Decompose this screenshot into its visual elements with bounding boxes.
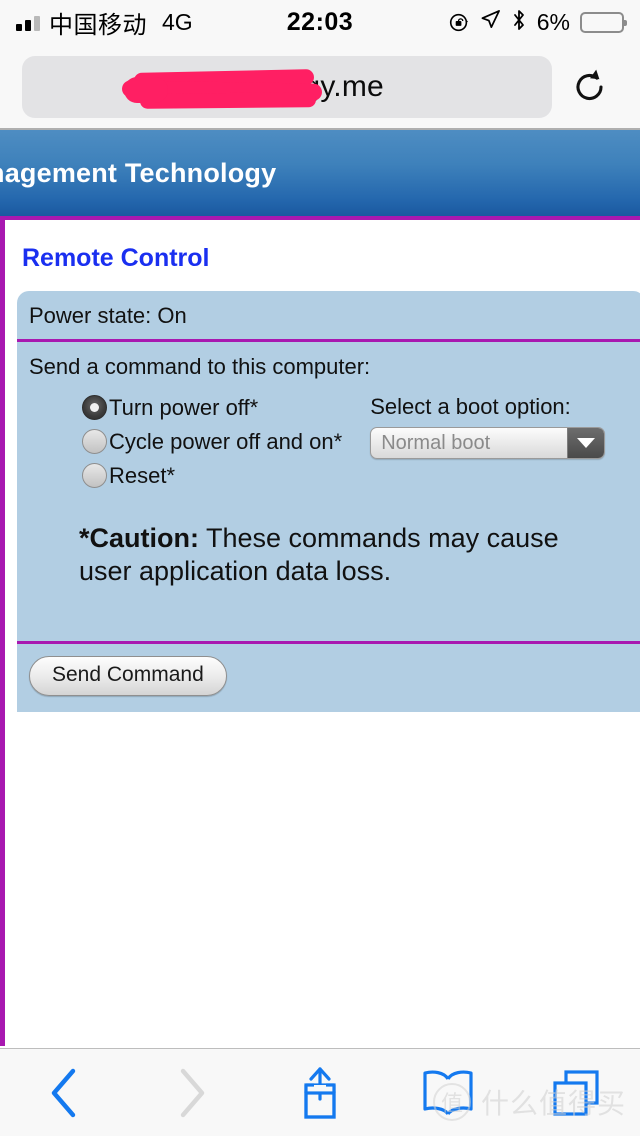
tabs-icon <box>553 1069 599 1116</box>
battery-icon <box>580 12 627 33</box>
page-title: Remote Control <box>22 244 210 272</box>
reload-icon <box>576 69 603 100</box>
web-page-content: nagement Technology Remote Control Power… <box>0 128 640 1048</box>
radio-label: Turn power off* <box>109 394 259 420</box>
signal-bars-icon <box>16 15 40 31</box>
boot-option-value: Normal boot <box>381 431 491 454</box>
back-button[interactable] <box>22 1062 106 1124</box>
page-body: Remote Control Power state: On Send a co… <box>0 220 640 1046</box>
url-input[interactable]: e.synology.me <box>22 55 552 118</box>
command-lead-label: Send a command to this computer: <box>29 354 371 379</box>
carrier-label: 中国移动 <box>49 11 147 39</box>
share-button[interactable] <box>278 1062 362 1124</box>
status-bar: 中国移动 4G 22:03 6% <box>0 0 640 45</box>
chevron-down-icon[interactable] <box>567 428 605 458</box>
bluetooth-icon <box>511 9 527 37</box>
caution-prefix: *Caution: <box>79 523 199 553</box>
status-bar-left: 中国移动 4G <box>16 5 193 40</box>
page-top-divider <box>0 128 640 130</box>
browser-address-bar-area: e.synology.me <box>0 45 640 128</box>
back-chevron-icon <box>51 1068 76 1117</box>
tabs-button[interactable] <box>534 1062 618 1124</box>
command-options-area: Turn power off* Cycle power off and on* … <box>29 392 640 494</box>
radio-option-reset[interactable]: Reset* <box>82 460 342 491</box>
remote-control-panel: Power state: On Send a command to this c… <box>17 291 640 712</box>
boot-option-label: Select a boot option: <box>370 394 571 419</box>
boot-option-area: Select a boot option: Normal boot <box>370 392 606 494</box>
radio-icon[interactable] <box>82 395 107 420</box>
command-section: Send a command to this computer: Turn po… <box>17 342 640 588</box>
radio-label: Reset* <box>109 462 176 488</box>
forward-button <box>150 1062 234 1124</box>
radio-option-turn-power-off[interactable]: Turn power off* <box>82 392 342 423</box>
bookmarks-button[interactable] <box>406 1062 490 1124</box>
rotation-lock-icon <box>449 12 470 33</box>
radio-icon[interactable] <box>82 463 107 488</box>
location-arrow-icon <box>480 9 501 36</box>
url-text: e.synology.me <box>190 69 384 103</box>
battery-percent-label: 6% <box>536 9 570 35</box>
phone-screen: 中国移动 4G 22:03 6% e.synology.me nagement … <box>0 0 640 1136</box>
caution-text: *Caution: These commands may cause user … <box>29 494 640 588</box>
power-state-row: Power state: On <box>17 291 640 342</box>
send-command-button[interactable]: Send Command <box>29 655 227 696</box>
boot-option-select[interactable]: Normal boot <box>370 427 606 459</box>
reload-button[interactable] <box>562 59 618 115</box>
browser-toolbar: 值 什么值得买 <box>0 1048 640 1136</box>
status-bar-right: 6% <box>449 9 627 37</box>
panel-footer: Send Command <box>17 640 640 712</box>
radio-label: Cycle power off and on* <box>109 428 343 454</box>
command-radio-group: Turn power off* Cycle power off and on* … <box>29 392 342 494</box>
radio-option-cycle-power[interactable]: Cycle power off and on* <box>82 426 342 457</box>
forward-chevron-icon <box>180 1068 205 1117</box>
network-type-label: 4G <box>162 9 193 35</box>
site-banner: nagement Technology <box>0 130 640 220</box>
radio-icon[interactable] <box>82 429 107 454</box>
share-icon <box>304 1066 336 1119</box>
site-banner-title: nagement Technology <box>0 157 277 188</box>
bookmarks-icon <box>423 1070 473 1115</box>
